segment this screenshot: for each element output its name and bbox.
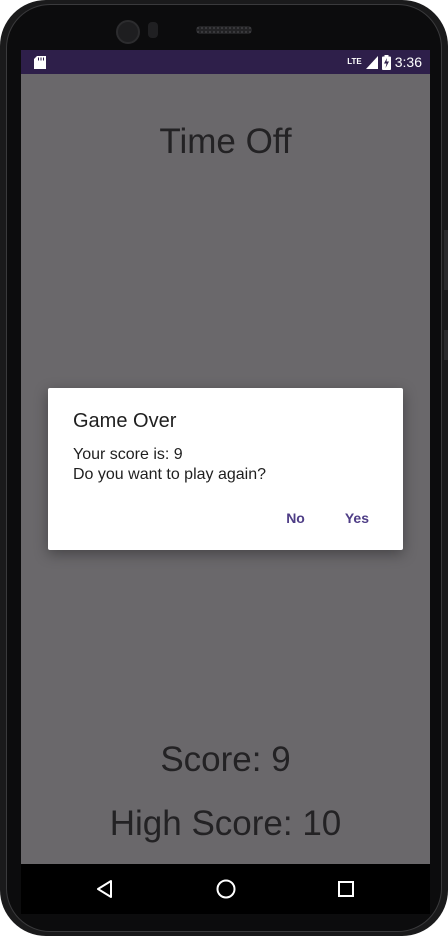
dialog-title: Game Over	[73, 410, 177, 432]
status-indicators: LTE 3:36	[347, 53, 422, 71]
game-over-dialog: Game Over Your score is: 9 Do you want t…	[48, 388, 403, 550]
dialog-message: Your score is: 9 Do you want to play aga…	[73, 445, 266, 485]
dialog-message-score: Your score is: 9	[73, 446, 183, 463]
volume-button	[444, 230, 448, 290]
network-type: LTE	[347, 57, 362, 66]
recents-square-icon	[338, 881, 354, 897]
status-time: 3:36	[394, 54, 422, 70]
high-score-label: High Score: 10	[109, 804, 342, 843]
sd-card-icon	[34, 56, 46, 69]
back-triangle-icon	[97, 880, 112, 898]
recents-button[interactable]	[333, 876, 359, 902]
score-label: Score: 9	[160, 740, 291, 779]
phone-frame: LTE 3:36 Time Off Score: 9 High Score: 1…	[0, 0, 448, 936]
sensor-icon	[148, 22, 158, 38]
back-button[interactable]	[92, 876, 118, 902]
navigation-bar	[21, 864, 430, 914]
camera-icon	[116, 20, 140, 44]
signal-icon	[365, 55, 378, 69]
speaker-icon	[196, 26, 252, 34]
power-button	[444, 330, 448, 360]
dialog-actions: No Yes	[266, 500, 389, 536]
yes-button[interactable]: Yes	[325, 500, 389, 536]
app-screen: LTE 3:36 Time Off Score: 9 High Score: 1…	[21, 50, 430, 864]
battery-charging-icon	[381, 54, 391, 70]
home-circle-icon	[216, 879, 236, 899]
dialog-message-question: Do you want to play again?	[73, 466, 267, 483]
status-bar: LTE 3:36	[21, 50, 430, 74]
no-button[interactable]: No	[266, 500, 325, 536]
page-title: Time Off	[159, 122, 292, 161]
home-button[interactable]	[213, 876, 239, 902]
